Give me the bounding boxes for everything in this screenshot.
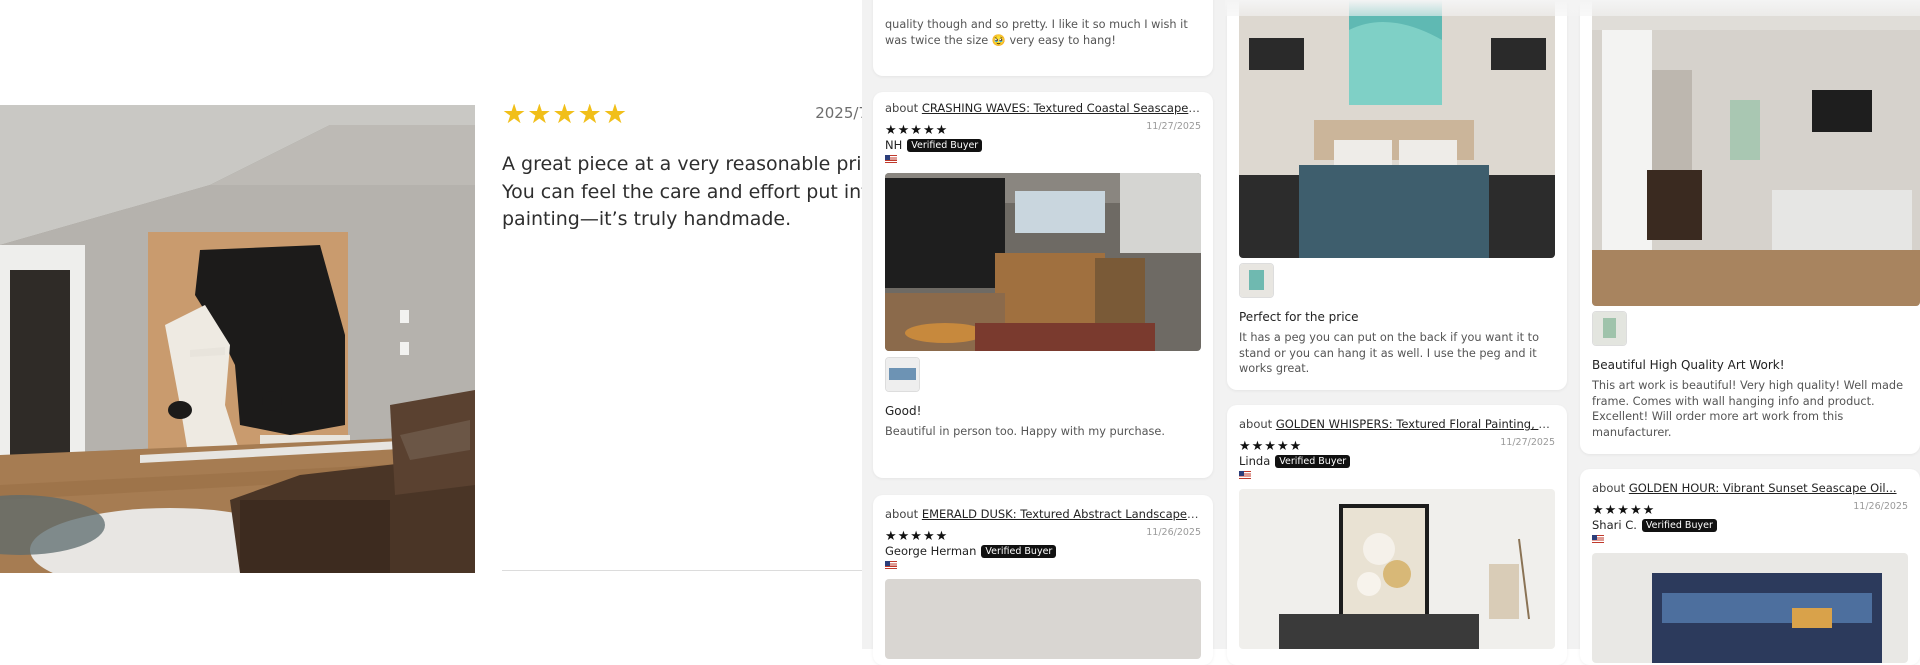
review-body: This art work is beautiful! Very high qu…	[1592, 379, 1904, 439]
review-title: Beautiful High Quality Art Work!	[1592, 358, 1785, 372]
review-product-link[interactable]: about GOLDEN WHISPERS: Textured Floral P…	[1239, 417, 1555, 431]
verified-buyer-badge: Verified Buyer	[1641, 518, 1717, 532]
living-room-dog-painting-photo	[0, 105, 475, 573]
rating-stars: ★★★★★	[885, 123, 949, 138]
featured-rating-stars: ★★★★★	[502, 104, 629, 130]
review-date: 11/27/2025	[1500, 437, 1555, 448]
verified-buyer-badge: Verified Buyer	[1275, 454, 1351, 468]
product-link[interactable]: GOLDEN HOUR: Vibrant Sunset Seascape Oil…	[1629, 481, 1897, 495]
us-flag-icon	[885, 561, 897, 569]
review-body: quality though and so pretty. I like it …	[885, 18, 1188, 47]
review-body: It has a peg you can put on the back if …	[1239, 331, 1540, 375]
thumbnail-image	[1593, 312, 1626, 345]
divider	[502, 570, 862, 571]
featured-review-text: A great piece at a very reasonable price…	[502, 153, 862, 230]
review-photo-thumbnail[interactable]	[885, 357, 920, 392]
top-overlay	[1225, 0, 1920, 16]
review-card[interactable]: about CRASHING WAVES: Textured Coastal S…	[873, 92, 1213, 478]
review-card[interactable]: quality though and so pretty. I like it …	[873, 0, 1213, 76]
review-body: Beautiful in person too. Happy with my p…	[885, 425, 1165, 438]
rating-stars: ★★★★★	[1239, 439, 1303, 454]
review-photo-thumbnail[interactable]	[1239, 263, 1274, 298]
review-photo[interactable]	[1592, 0, 1920, 306]
review-product-link[interactable]: about CRASHING WAVES: Textured Coastal S…	[885, 101, 1201, 115]
review-date: 11/27/2025	[1146, 121, 1201, 132]
us-flag-icon	[1592, 535, 1604, 543]
review-card[interactable]: about GOLDEN WHISPERS: Textured Floral P…	[1227, 405, 1567, 665]
review-date: 11/26/2025	[1146, 527, 1201, 538]
review-photo[interactable]	[885, 173, 1201, 351]
review-photo[interactable]	[1239, 0, 1555, 258]
verified-buyer-badge: Verified Buyer	[981, 544, 1057, 558]
bedroom-wave-painting-photo	[1239, 0, 1555, 258]
thumbnail-image	[886, 358, 919, 391]
reviewer-name: NH	[885, 138, 903, 152]
review-title: Perfect for the price	[1239, 310, 1359, 324]
sunset-seascape-photo	[1592, 553, 1908, 663]
verified-buyer-badge: Verified Buyer	[907, 138, 983, 152]
thumbnail-image	[1240, 264, 1273, 297]
reviewer-name: Shari C.	[1592, 518, 1637, 532]
review-card[interactable]: about EMERALD DUSK: Textured Abstract La…	[873, 495, 1213, 665]
featured-review: ★★★★★ 2025/7 A great piece at a very rea…	[502, 104, 862, 572]
review-card[interactable]: Perfect for the price It has a peg you c…	[1227, 0, 1567, 390]
rating-stars: ★★★★★	[885, 529, 949, 544]
review-date: 11/26/2025	[1853, 501, 1908, 512]
review-product-link[interactable]: about GOLDEN HOUR: Vibrant Sunset Seasca…	[1592, 481, 1908, 495]
review-product-link[interactable]: about EMERALD DUSK: Textured Abstract La…	[885, 507, 1201, 521]
product-link[interactable]: CRASHING WAVES: Textured Coastal Seascap…	[922, 101, 1201, 115]
reviewer-name: Linda	[1239, 454, 1271, 468]
rating-stars: ★★★★★	[1592, 503, 1656, 518]
us-flag-icon	[1239, 471, 1251, 479]
featured-review-date: 2025/7	[815, 104, 862, 122]
review-photo[interactable]	[1592, 553, 1908, 663]
living-room-art-photo	[1592, 0, 1920, 306]
review-title: Good!	[885, 404, 922, 418]
featured-review-photo[interactable]	[0, 105, 475, 573]
product-link[interactable]: EMERALD DUSK: Textured Abstract Landscap…	[922, 507, 1201, 521]
review-photo[interactable]	[1239, 489, 1555, 649]
review-photo[interactable]	[885, 579, 1201, 659]
reviewer-name: George Herman	[885, 544, 977, 558]
review-card[interactable]: Beautiful High Quality Art Work! This ar…	[1580, 0, 1920, 454]
review-photo-thumbnail[interactable]	[1592, 311, 1627, 346]
review-card[interactable]: about GOLDEN HOUR: Vibrant Sunset Seasca…	[1580, 469, 1920, 665]
floral-painting-photo	[1239, 489, 1555, 649]
living-room-tv-photo	[885, 173, 1201, 351]
us-flag-icon	[885, 155, 897, 163]
product-link[interactable]: GOLDEN WHISPERS: Textured Floral Paintin…	[1276, 417, 1555, 431]
